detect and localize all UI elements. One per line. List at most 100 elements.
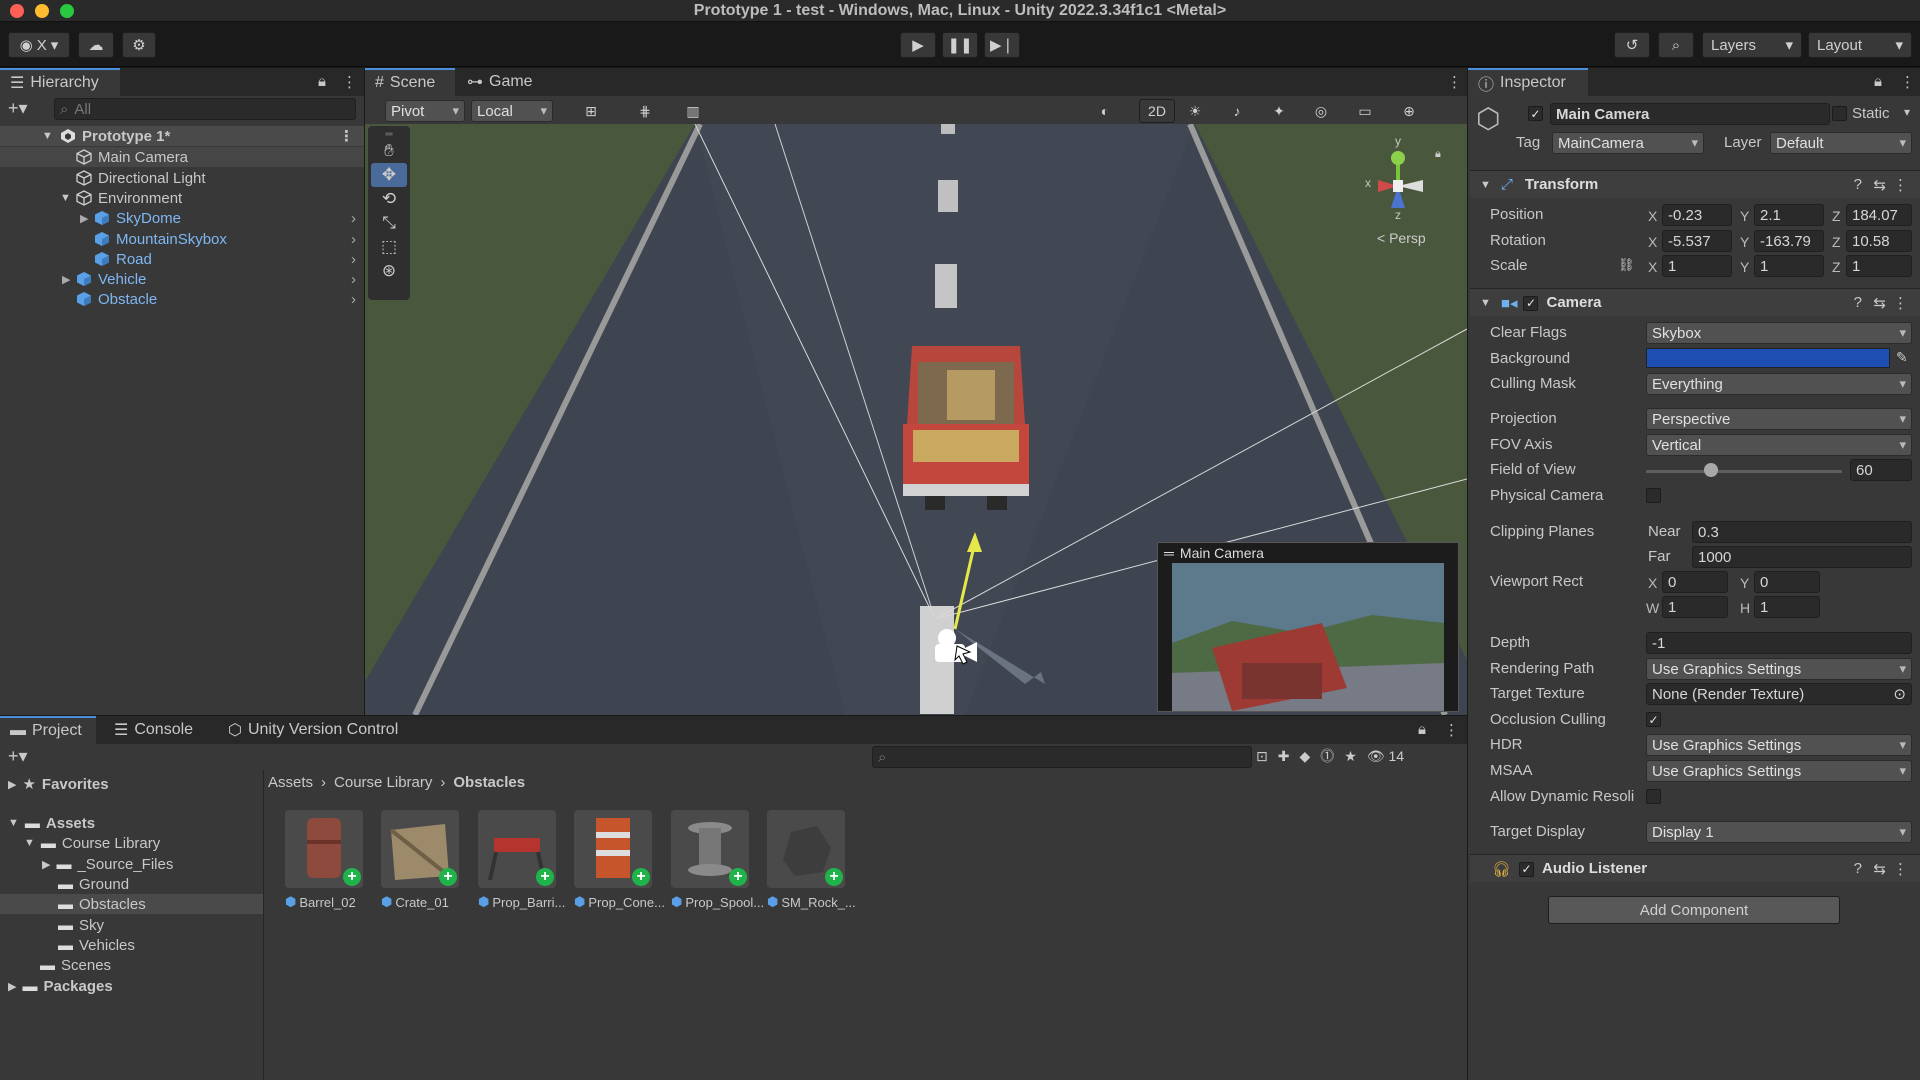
local-dropdown[interactable]: Local bbox=[471, 100, 553, 122]
tab-project[interactable]: ▬ Project bbox=[0, 716, 96, 744]
asset-prop-barrier[interactable]: + ⬢ Prop_Barri... bbox=[478, 810, 565, 918]
hdr-dropdown[interactable]: Use Graphics Settings bbox=[1646, 734, 1912, 756]
asset-crate[interactable]: + ⬢ Crate_01 bbox=[381, 810, 463, 918]
far-plane-field[interactable]: 1000 bbox=[1692, 546, 1912, 568]
breadcrumb-course-library[interactable]: Course Library bbox=[334, 774, 432, 791]
asset-barrel[interactable]: + ⬢ Barrel_02 bbox=[285, 810, 367, 918]
rotate-tool-icon[interactable]: ⟲ bbox=[371, 187, 407, 211]
viewport-h-field[interactable]: 1 bbox=[1754, 596, 1820, 618]
move-tool-icon[interactable]: ✥ bbox=[371, 163, 407, 187]
account-dropdown[interactable]: ◉ X ▾ bbox=[8, 32, 70, 58]
msaa-dropdown[interactable]: Use Graphics Settings bbox=[1646, 760, 1912, 782]
near-plane-field[interactable]: 0.3 bbox=[1692, 521, 1912, 543]
static-checkbox[interactable] bbox=[1832, 106, 1847, 121]
tab-game[interactable]: ⊶ Game bbox=[457, 68, 537, 96]
chevron-right-icon[interactable]: › bbox=[351, 251, 356, 268]
filter-type-icon[interactable]: ⊡ bbox=[1256, 748, 1268, 765]
lock-icon[interactable]: 🔒︎ bbox=[1874, 73, 1882, 90]
layer-dropdown[interactable]: Default bbox=[1770, 132, 1912, 154]
lighting-icon[interactable]: ☀ bbox=[1181, 99, 1209, 123]
folder-obstacles[interactable]: ▬ Obstacles bbox=[0, 894, 263, 914]
cloud-button[interactable]: ☁ bbox=[78, 32, 114, 58]
scene-viewport[interactable]: ═ ✋︎ ✥ ⟲ ⤡ ⬚ ⊛ y x z < Persp 🔒︎ ═ Main C… bbox=[365, 124, 1467, 715]
tag-dropdown[interactable]: MainCamera bbox=[1552, 132, 1704, 154]
kebab-menu-icon[interactable]: ⋮ bbox=[342, 73, 357, 91]
play-button[interactable]: ▶ bbox=[900, 32, 936, 58]
drag-handle-icon[interactable]: ═ bbox=[371, 129, 407, 140]
preset-icon[interactable]: ⇆ bbox=[1873, 860, 1886, 878]
audio-listener-enabled-checkbox[interactable]: ✓ bbox=[1519, 860, 1535, 877]
assets-item[interactable]: ▼ ▬ Assets bbox=[8, 813, 95, 833]
collapsed-arrow-icon[interactable]: ▶ bbox=[80, 212, 88, 225]
services-button[interactable]: ⚙ bbox=[122, 32, 156, 58]
clear-flags-dropdown[interactable]: Skybox bbox=[1646, 322, 1912, 344]
chevron-right-icon[interactable]: › bbox=[351, 271, 356, 288]
tab-console[interactable]: ☰ Console bbox=[104, 716, 204, 744]
audio-icon[interactable]: ♪ bbox=[1223, 99, 1251, 123]
breadcrumb-obstacles[interactable]: Obstacles bbox=[453, 774, 525, 791]
asset-prop-spool[interactable]: + ⬢ Prop_Spool... bbox=[671, 810, 764, 918]
target-texture-field[interactable]: None (Render Texture) ⊙ bbox=[1646, 683, 1912, 705]
scene-root-item[interactable]: ▼ Prototype 1* ⋮ bbox=[0, 126, 364, 146]
scale-z-field[interactable]: 1 bbox=[1846, 255, 1912, 277]
chevron-right-icon[interactable]: › bbox=[351, 231, 356, 248]
link-icon[interactable]: ⛓︎ bbox=[1618, 257, 1635, 273]
toggle-2d-button[interactable]: 2D bbox=[1139, 99, 1175, 123]
add-object-button[interactable]: +▾ bbox=[8, 98, 38, 120]
eyedropper-icon[interactable]: ✎ bbox=[1896, 349, 1908, 366]
rendering-path-dropdown[interactable]: Use Graphics Settings bbox=[1646, 658, 1912, 680]
grid-icon[interactable]: ⋕ bbox=[631, 99, 659, 123]
kebab-menu-icon[interactable]: ⋮ bbox=[339, 127, 354, 145]
ruler-icon[interactable]: ▥ bbox=[679, 99, 707, 123]
project-search-input[interactable]: ⌕ bbox=[872, 746, 1252, 768]
help-icon[interactable]: ? bbox=[1854, 860, 1862, 877]
occlusion-culling-checkbox[interactable]: ✓ bbox=[1646, 712, 1661, 727]
tab-inspector[interactable]: ⓘ Inspector bbox=[1468, 68, 1588, 96]
filter-label-icon[interactable]: ✚ bbox=[1278, 748, 1290, 765]
transform-tool-icon[interactable]: ⊛ bbox=[371, 259, 407, 283]
tag-icon[interactable]: ◆ bbox=[1299, 748, 1310, 765]
hierarchy-search-input[interactable]: ⌕ All bbox=[54, 98, 356, 120]
projection-dropdown[interactable]: Perspective bbox=[1646, 408, 1912, 430]
favorites-item[interactable]: ▶ ★ Favorites bbox=[8, 774, 109, 794]
active-checkbox[interactable]: ✓ bbox=[1528, 106, 1543, 121]
kebab-menu-icon[interactable]: ⋮ bbox=[1444, 721, 1459, 739]
step-button[interactable]: ▶❘ bbox=[984, 32, 1020, 58]
hierarchy-item-vehicle[interactable]: ▶ Vehicle › bbox=[0, 269, 364, 289]
search-button[interactable]: ⌕ bbox=[1658, 32, 1694, 58]
chevron-right-icon[interactable]: › bbox=[351, 210, 356, 227]
breadcrumb-assets[interactable]: Assets bbox=[268, 774, 313, 791]
pause-button[interactable]: ❚❚ bbox=[942, 32, 978, 58]
viewport-w-field[interactable]: 1 bbox=[1662, 596, 1728, 618]
folder-scenes[interactable]: ▬ Scenes bbox=[40, 955, 111, 975]
audio-listener-header[interactable]: 🎧︎ ✓ Audio Listener ? ⇆ ⋮ bbox=[1470, 854, 1920, 882]
folder-sky[interactable]: ▬ Sky bbox=[58, 915, 104, 935]
rotation-y-field[interactable]: -163.79 bbox=[1754, 230, 1824, 252]
history-button[interactable]: ↺ bbox=[1614, 32, 1650, 58]
background-color-field[interactable] bbox=[1646, 348, 1890, 368]
position-y-field[interactable]: 2.1 bbox=[1754, 204, 1824, 226]
folder-vehicles[interactable]: ▬ Vehicles bbox=[58, 935, 135, 955]
camera-header[interactable]: ▼ ■◂ ✓ Camera ? ⇆ ⋮ bbox=[1470, 288, 1920, 316]
fov-slider-handle[interactable] bbox=[1703, 463, 1718, 477]
folder-course-library[interactable]: ▼ ▬ Course Library bbox=[24, 833, 160, 853]
hierarchy-item-directional-light[interactable]: Directional Light bbox=[0, 168, 364, 188]
create-asset-button[interactable]: +▾ bbox=[8, 746, 28, 767]
fov-field[interactable]: 60 bbox=[1850, 459, 1912, 481]
fov-slider-track[interactable] bbox=[1646, 470, 1842, 473]
layout-dropdown[interactable]: Layout ▾ bbox=[1808, 32, 1912, 58]
lock-icon[interactable]: 🔒︎ bbox=[1435, 148, 1441, 161]
chevron-down-icon[interactable]: ▾ bbox=[1904, 105, 1910, 119]
preset-icon[interactable]: ⇆ bbox=[1873, 294, 1886, 312]
preset-icon[interactable]: ⇆ bbox=[1873, 176, 1886, 194]
gizmos-icon[interactable]: ⊕ bbox=[1395, 99, 1423, 123]
pivot-dropdown[interactable]: Pivot bbox=[385, 100, 465, 122]
camera-icon[interactable]: ▭ bbox=[1351, 99, 1379, 123]
folder-source-files[interactable]: ▶ ▬ _Source_Files bbox=[42, 854, 173, 874]
layers-dropdown[interactable]: Layers ▾ bbox=[1702, 32, 1802, 58]
help-icon[interactable]: ? bbox=[1854, 176, 1862, 193]
rotation-x-field[interactable]: -5.537 bbox=[1662, 230, 1732, 252]
scale-tool-icon[interactable]: ⤡ bbox=[371, 211, 407, 235]
help-icon[interactable]: ? bbox=[1854, 294, 1862, 311]
target-display-dropdown[interactable]: Display 1 bbox=[1646, 821, 1912, 843]
